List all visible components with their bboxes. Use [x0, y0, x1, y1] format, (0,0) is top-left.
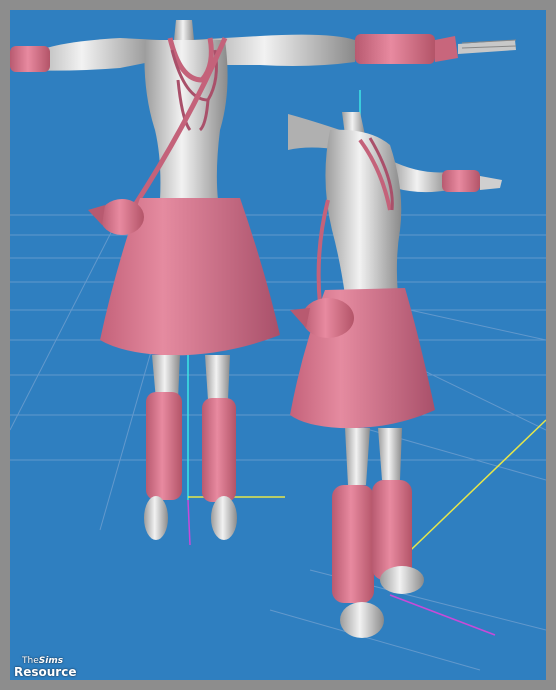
viewport-canvas	[10, 20, 546, 671]
ground-grid	[10, 214, 546, 671]
image-frame: TheSims Resource	[0, 0, 556, 690]
site-watermark: TheSims Resource	[14, 657, 77, 679]
watermark-line-2: Resource	[14, 665, 77, 679]
front-view-figure	[10, 20, 517, 540]
3d-viewport[interactable]: TheSims Resource	[10, 10, 546, 680]
